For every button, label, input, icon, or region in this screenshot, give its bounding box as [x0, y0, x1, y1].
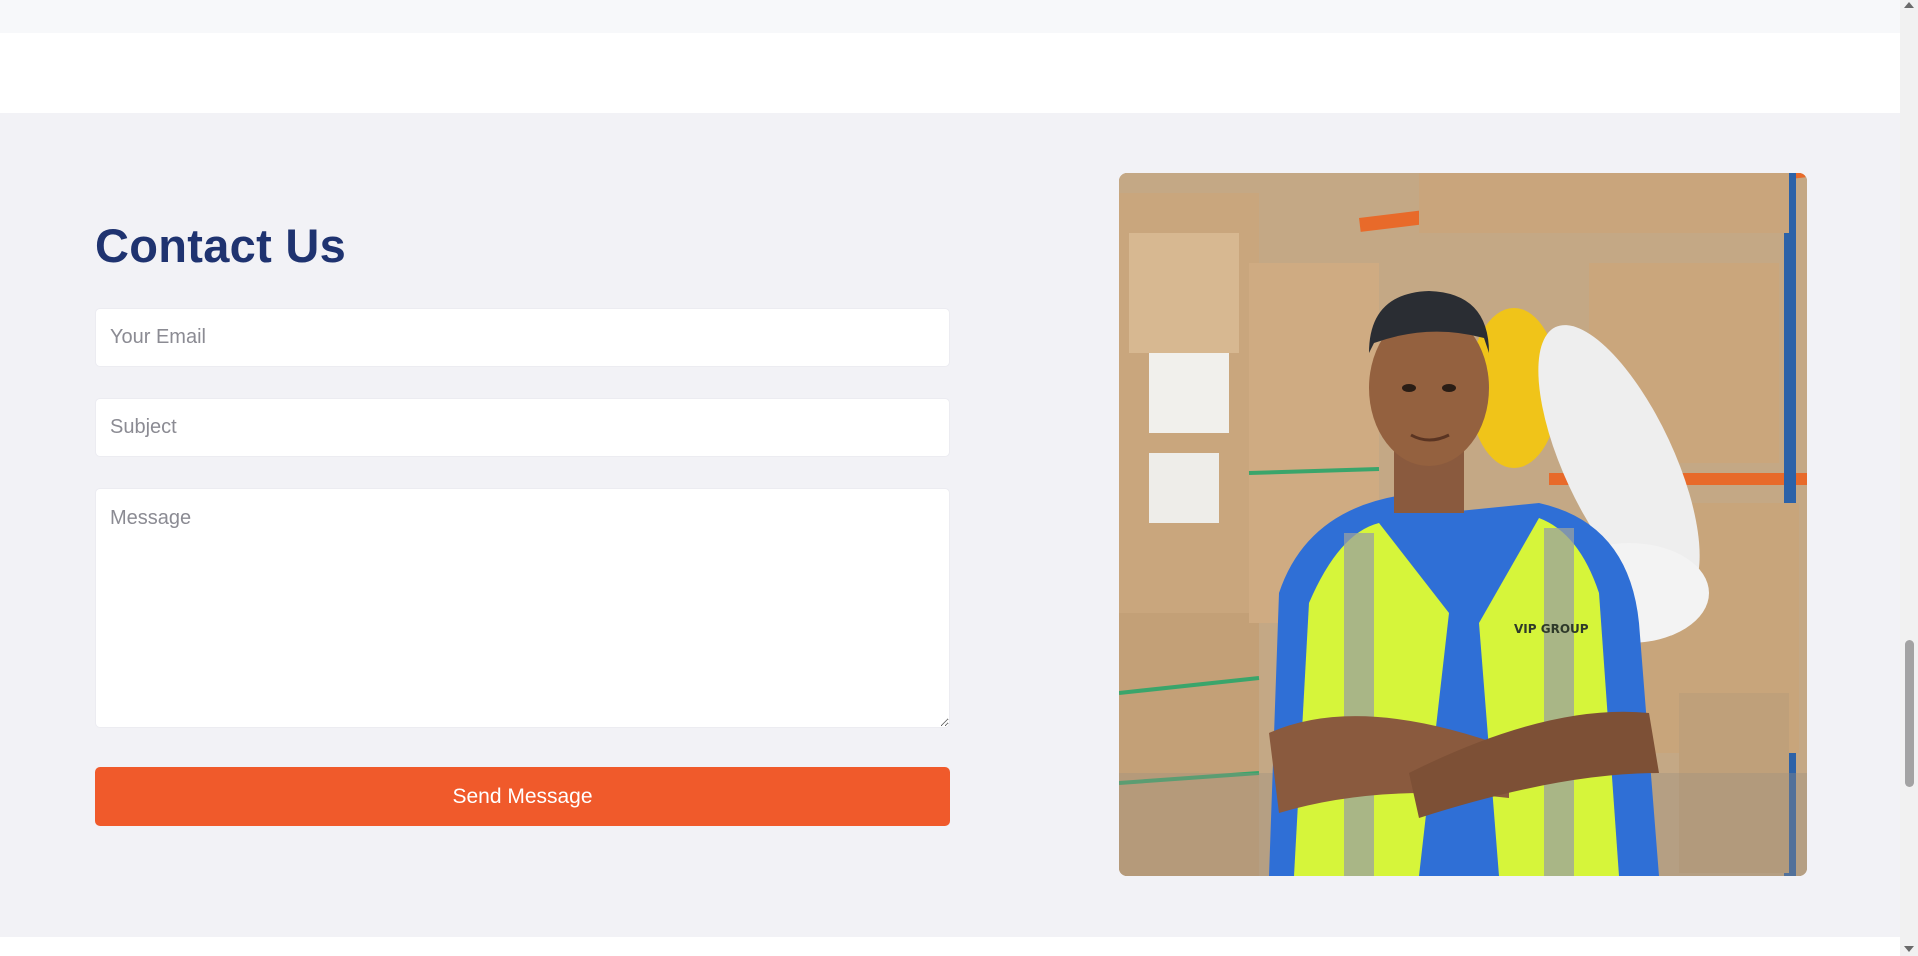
vest-logo-text: VIP GROUP: [1514, 622, 1589, 636]
email-field[interactable]: [95, 308, 950, 367]
message-field[interactable]: [95, 488, 950, 728]
contact-title: Contact Us: [95, 219, 347, 272]
page-scrollbar[interactable]: [1900, 0, 1918, 956]
scrollbar-thumb[interactable]: [1905, 640, 1914, 787]
worker-illustration: VIP GROUP: [1119, 173, 1807, 876]
spacer-band: [0, 33, 1900, 113]
send-message-button[interactable]: Send Message: [95, 767, 950, 826]
warehouse-worker-photo: VIP GROUP: [1119, 173, 1807, 876]
scroll-up-arrow-icon[interactable]: [1904, 2, 1914, 8]
subject-field[interactable]: [95, 398, 950, 457]
bottom-band: [0, 937, 1900, 956]
scroll-down-arrow-icon[interactable]: [1904, 946, 1914, 952]
top-strip: [0, 0, 1900, 33]
